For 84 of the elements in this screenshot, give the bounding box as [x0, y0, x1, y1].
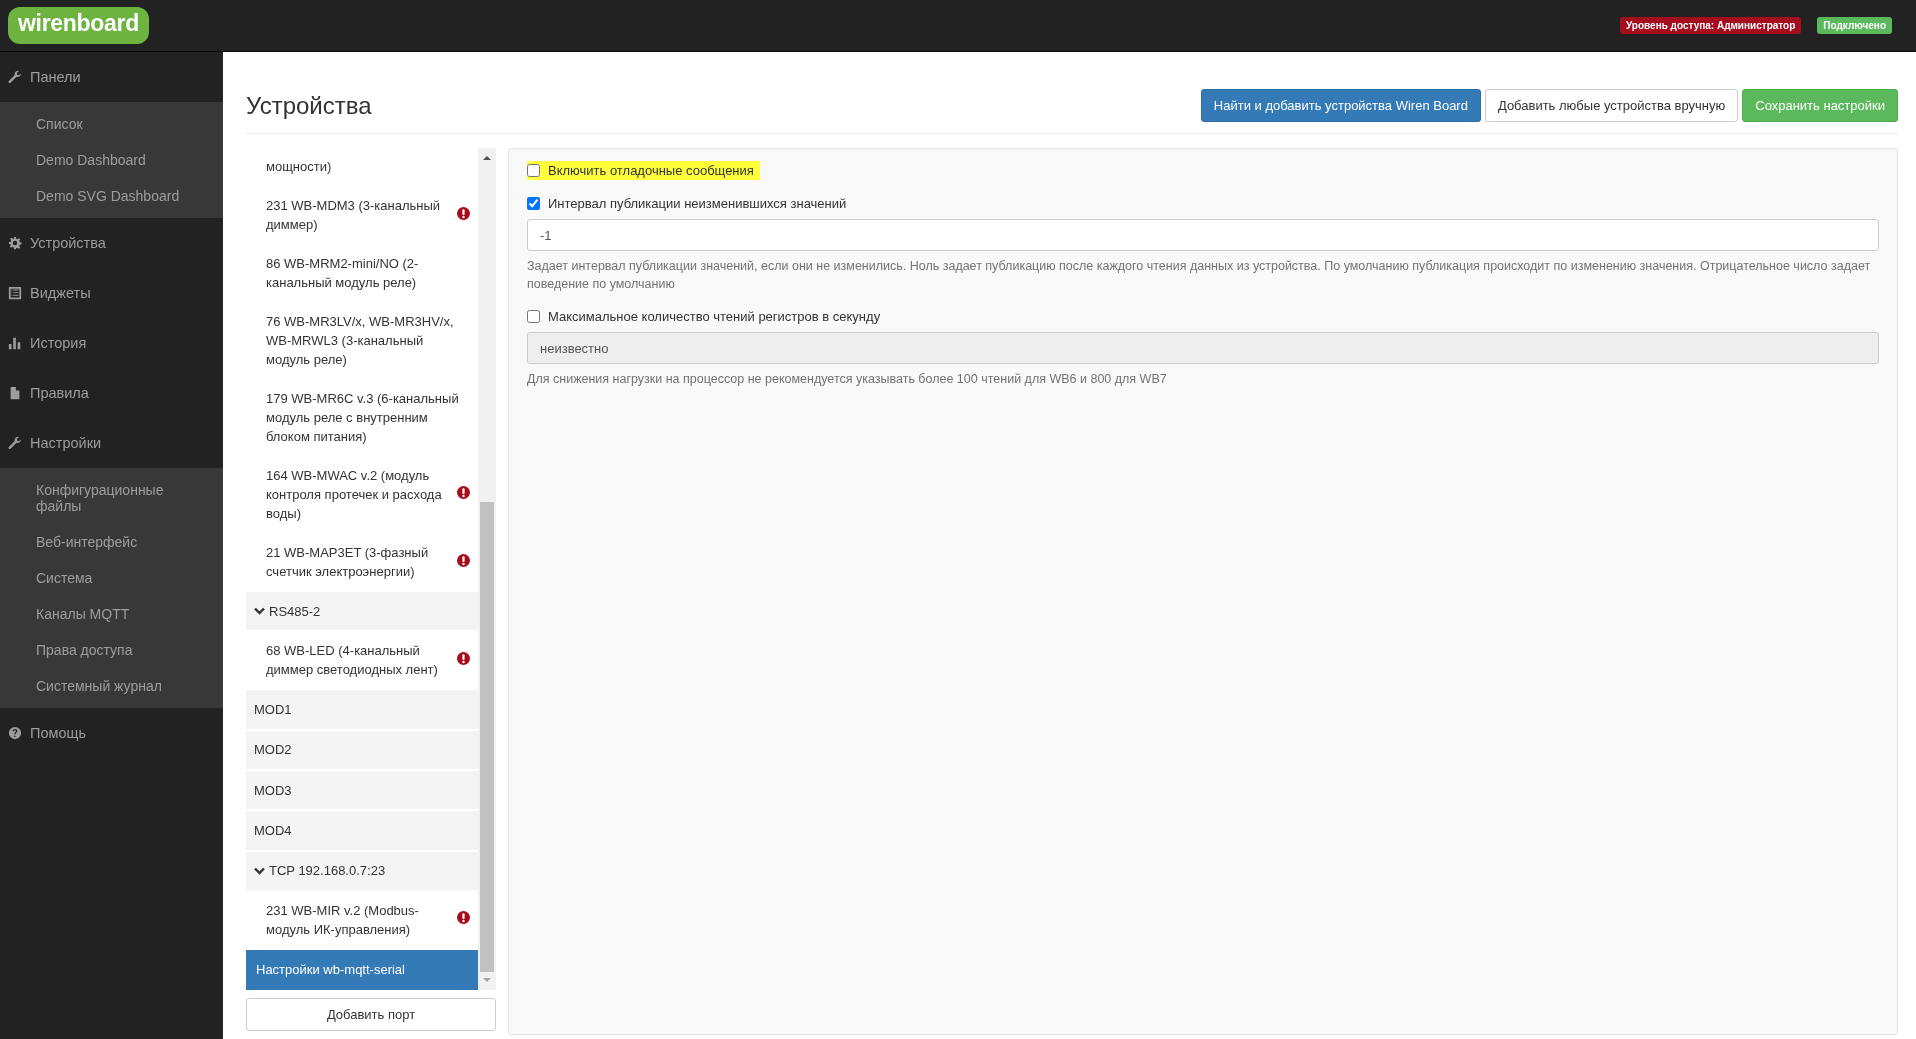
- device-name: 231 WB-MDM3 (3-канальный диммер): [266, 197, 442, 234]
- sidebar-subitem[interactable]: Список: [0, 106, 223, 142]
- scroll-down-icon: [482, 976, 492, 984]
- device-item[interactable]: 179 WB-MR6C v.3 (6-канальный модуль реле с внутренним блоком питания): [246, 380, 478, 455]
- access-level-badge: Уровень доступа: Администратор: [1620, 17, 1802, 34]
- device-name: 68 WB-LED (4-канальный диммер светодиодных лент): [266, 642, 439, 680]
- sidebar-item-label: История: [30, 335, 87, 351]
- device-name: 179 WB-MR6C v.3 (6-канальный модуль реле с внутренним блоком питания): [266, 390, 460, 446]
- sidebar-item-label: Настройки: [30, 435, 102, 451]
- device-name: 21 WB-MAP3ET (3-фазный счетчик электроэнергии): [266, 544, 430, 581]
- chevron-down-icon: [254, 866, 265, 875]
- port-name: TCP 192.168.0.7:23: [269, 863, 386, 879]
- connection-status-badge: Подключено: [1817, 17, 1892, 34]
- toolbar-button[interactable]: Найти и добавить устройства Wiren Board: [1200, 89, 1481, 122]
- device-item[interactable]: 21 WB-MAP3ET (3-фазный счетчик электроэнергии): [246, 534, 478, 590]
- port-name: MOD1: [254, 702, 292, 717]
- settings-item[interactable]: Настройки wb-mqtt-serial: [246, 949, 478, 990]
- port-item[interactable]: RS485-2: [246, 592, 478, 631]
- sidebar-subitem[interactable]: Веб-интерфейс: [0, 524, 223, 560]
- chevron-down-icon: [254, 607, 265, 616]
- sidebar-subitem[interactable]: Demo Dashboard: [0, 142, 223, 178]
- checkbox[interactable]: [527, 197, 540, 210]
- port-item[interactable]: MOD2: [246, 730, 478, 769]
- sidebar-item-label: Виджеты: [30, 285, 91, 301]
- port-name: MOD2: [254, 742, 292, 758]
- sidebar-subitem[interactable]: Конфигурационные файлы: [0, 472, 223, 524]
- port-name: MOD4: [254, 823, 292, 838]
- scroll-up-icon: [482, 154, 492, 162]
- port-item[interactable]: MOD4: [246, 811, 478, 850]
- device-name: 164 WB-MWAC v.2 (модуль контроля протечек и расхода воды): [266, 467, 443, 523]
- toolbar-button[interactable]: Добавить любые устройства вручную: [1484, 89, 1739, 122]
- device-name: 231 WB-MIR v.2 (Modbus-модуль ИК-управления): [266, 901, 420, 939]
- sidebar-item[interactable]: Помощь: [0, 708, 223, 758]
- add-port-button[interactable]: Добавить порт: [246, 998, 496, 1031]
- sidebar-item[interactable]: Панели: [0, 52, 223, 102]
- port-item[interactable]: TCP 192.168.0.7:23: [246, 851, 478, 890]
- scrollbar[interactable]: [478, 148, 496, 990]
- wrench-icon: [8, 436, 22, 450]
- device-item[interactable]: 86 WB-MRM2-mini/NO (2-канальный модуль реле): [246, 245, 478, 301]
- error-icon: [457, 651, 470, 665]
- sidebar-item-label: Правила: [30, 385, 89, 401]
- device-name: 76 WB-MR3LV/x, WB-MR3HV/x, WB-MRWL3 (3-канальный модуль реле): [266, 313, 455, 369]
- device-item[interactable]: 164 WB-MWAC v.2 (модуль контроля протечек и расхода воды): [246, 457, 478, 532]
- device-item[interactable]: мощности): [246, 148, 478, 185]
- sidebar-subitem[interactable]: Права доступа: [0, 632, 223, 668]
- device-name: 86 WB-MRM2-mini/NO (2-канальный модуль реле): [266, 255, 420, 292]
- device-item[interactable]: 231 WB-MDM3 (3-канальный диммер): [246, 187, 478, 243]
- gear-icon: [8, 236, 22, 250]
- sidebar-item-label: Панели: [30, 69, 81, 85]
- help-text: Задает интервал публикации значений, если они не изменились. Ноль задает публикацию после каждого чтения данных из устройства. По умолчанию публикация происходит по изменению значения. Отрицательное число задает поведение по умолчанию: [527, 258, 1872, 293]
- device-item[interactable]: 231 WB-MIR v.2 (Modbus-модуль ИК-управления): [246, 891, 478, 948]
- page-title: Устройства: [246, 91, 373, 120]
- device-name: мощности): [266, 158, 333, 176]
- port-item[interactable]: MOD1: [246, 690, 478, 729]
- sidebar-subitem[interactable]: Система: [0, 560, 223, 596]
- error-icon: [457, 486, 470, 499]
- file-icon: [8, 386, 22, 400]
- error-icon: [457, 206, 470, 220]
- sidebar-item[interactable]: Виджеты: [0, 268, 223, 318]
- device-item[interactable]: 68 WB-LED (4-канальный диммер светодиодных лент): [246, 632, 478, 689]
- port-item[interactable]: MOD3: [246, 771, 478, 810]
- wrench-icon: [8, 70, 22, 84]
- option-label[interactable]: Включить отладочные сообщения: [527, 161, 760, 180]
- error-icon: [457, 911, 470, 925]
- question-icon: [8, 726, 22, 740]
- option-label[interactable]: Интервал публикации неизменившихся значений: [527, 194, 853, 213]
- input-field[interactable]: -1: [527, 219, 1879, 251]
- help-text: Для снижения нагрузки на процессор не рекомендуется указывать более 100 чтений для WB6 и 800 для WB7: [527, 371, 1167, 388]
- sidebar-item[interactable]: Настройки: [0, 418, 223, 468]
- sidebar-item-label: Устройства: [30, 235, 106, 251]
- port-name: MOD3: [254, 782, 292, 798]
- error-icon: [457, 553, 470, 567]
- sidebar-item[interactable]: Устройства: [0, 218, 223, 268]
- sidebar-subitem[interactable]: Каналы MQTT: [0, 596, 223, 632]
- sidebar-item[interactable]: Правила: [0, 368, 223, 418]
- port-name: RS485-2: [269, 603, 321, 619]
- sidebar-item-label: Помощь: [30, 725, 86, 741]
- list-icon: [8, 286, 22, 300]
- bar-chart-icon: [8, 336, 22, 350]
- device-item[interactable]: 76 WB-MR3LV/x, WB-MR3HV/x, WB-MRWL3 (3-канальный модуль реле): [246, 303, 478, 378]
- checkbox[interactable]: [527, 164, 540, 177]
- sidebar-subitem[interactable]: Demo SVG Dashboard: [0, 178, 223, 214]
- sidebar-item[interactable]: История: [0, 318, 223, 368]
- sidebar-subitem[interactable]: Системный журнал: [0, 668, 223, 704]
